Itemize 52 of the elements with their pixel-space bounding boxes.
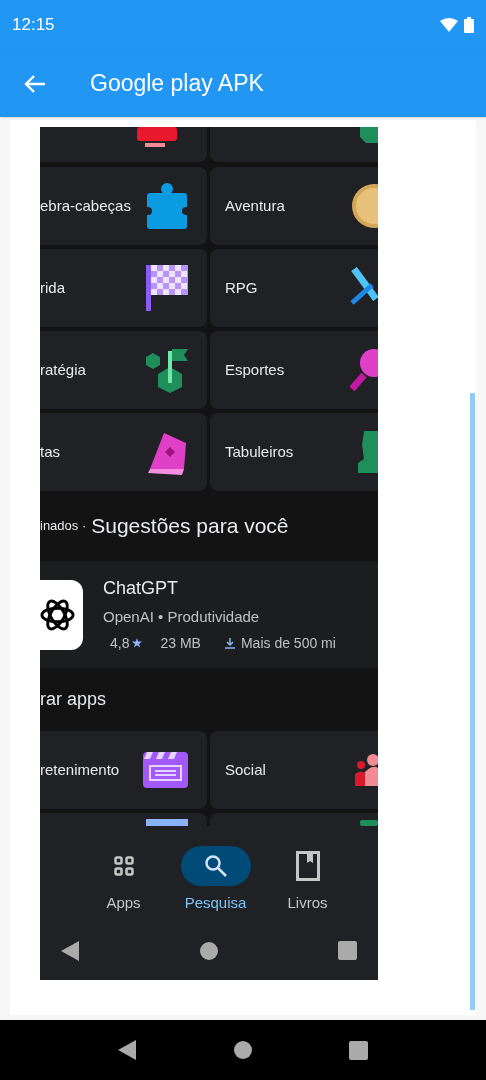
app-downloads: Mais de 500 mi xyxy=(240,633,336,653)
category-tile[interactable]: ebra-cabeças xyxy=(40,167,207,245)
search-icon xyxy=(203,854,228,878)
back-arrow-icon xyxy=(24,73,46,94)
app-rating: 4,8 xyxy=(110,633,130,653)
category-tile[interactable]: ratégia xyxy=(40,331,207,409)
recents-icon xyxy=(338,941,357,960)
category-tile[interactable]: Aventura xyxy=(210,167,378,245)
checkered-flag-icon xyxy=(146,265,188,311)
home-icon[interactable] xyxy=(233,1040,254,1060)
category-tile[interactable]: rida xyxy=(40,249,207,327)
people-icon xyxy=(355,754,378,786)
hexagon-flag-icon xyxy=(146,347,188,393)
battery-icon xyxy=(464,17,474,33)
category-tile[interactable]: Social xyxy=(210,731,378,809)
nav-tab[interactable]: Livros xyxy=(264,846,351,915)
app-card[interactable]: ChatGPT OpenAI • Produtividade 4,8 23 MB Mais de 500 mi xyxy=(40,561,378,668)
puzzle-icon xyxy=(146,183,188,229)
nav-tab[interactable]: Apps xyxy=(80,846,167,915)
book-icon xyxy=(295,851,320,881)
download-icon xyxy=(224,637,235,649)
home-icon xyxy=(199,941,218,960)
racket-icon xyxy=(350,347,378,393)
recents-icon[interactable] xyxy=(349,1040,369,1060)
app-bar-title: Google play APK xyxy=(90,69,264,99)
section-title: rar apps xyxy=(40,688,107,711)
app-logo-icon xyxy=(40,579,83,650)
app-meta: OpenAI • Produtividade xyxy=(103,607,261,628)
shape-icon xyxy=(360,127,378,143)
shape-icon xyxy=(146,819,188,826)
section-title: Sugestões para você xyxy=(91,513,289,540)
wifi-icon xyxy=(440,18,458,32)
star-icon xyxy=(132,638,143,649)
back-icon xyxy=(61,940,79,961)
category-tile[interactable] xyxy=(40,127,207,162)
category-tile[interactable]: tas xyxy=(40,413,207,491)
section-subtitle: inados · xyxy=(40,517,87,536)
category-tile[interactable]: Esportes xyxy=(210,331,378,409)
back-icon[interactable] xyxy=(117,1040,138,1060)
nav-tab[interactable]: Pesquisa xyxy=(172,846,259,915)
category-tile[interactable] xyxy=(210,127,378,162)
clapperboard-icon xyxy=(143,752,188,788)
category-tile[interactable] xyxy=(210,813,378,826)
app-name: ChatGPT xyxy=(103,577,180,601)
category-tile[interactable]: Tabuleiros xyxy=(210,413,378,491)
category-tile[interactable]: retenimento xyxy=(40,731,207,809)
apps-grid-icon xyxy=(113,856,134,876)
category-tile[interactable]: RPG xyxy=(210,249,378,327)
status-time: 12:15 xyxy=(12,14,55,37)
app-size: 23 MB xyxy=(160,633,201,653)
shape-icon xyxy=(360,820,378,826)
category-tile[interactable] xyxy=(40,813,207,826)
